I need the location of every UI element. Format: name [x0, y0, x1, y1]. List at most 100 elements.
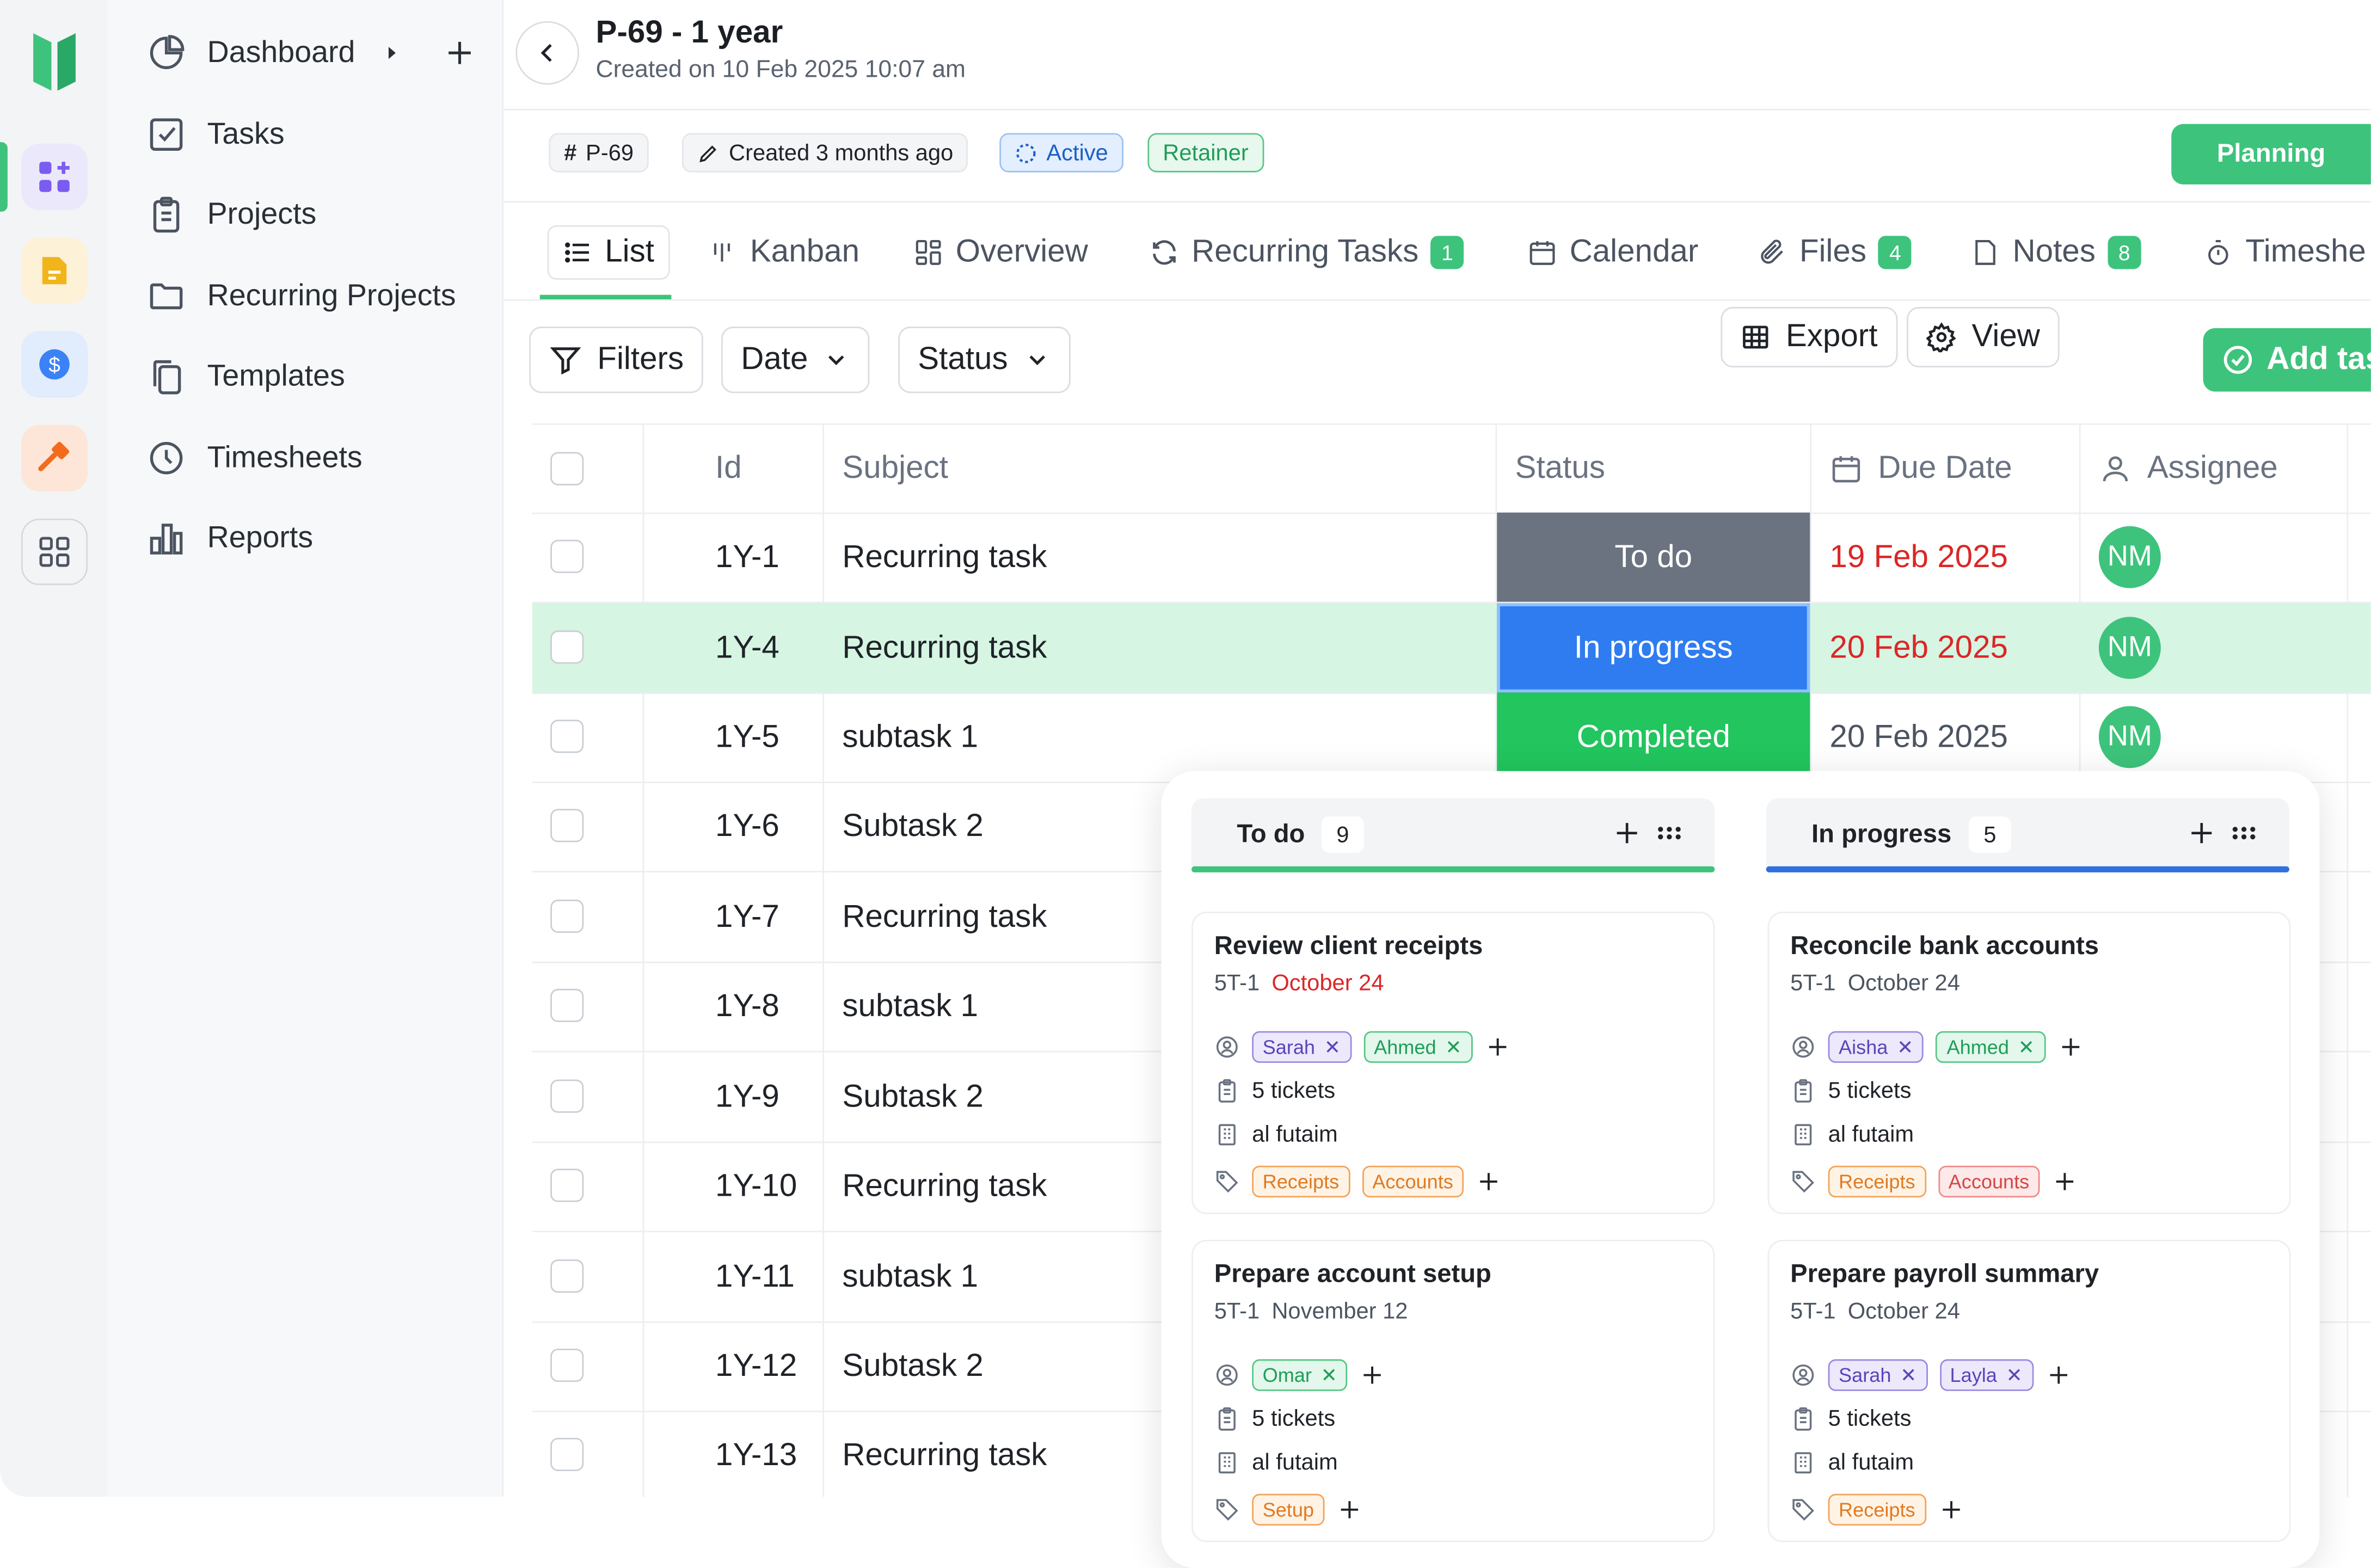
row-checkbox[interactable]: [550, 899, 584, 933]
sidebar-item-dashboard[interactable]: Dashboard: [146, 26, 476, 80]
column-header-assignee[interactable]: Assignee: [2099, 425, 2278, 513]
kanban-card[interactable]: Prepare payroll summary 5T-1 October 24 …: [1767, 1239, 2291, 1542]
tab-calendar[interactable]: Calendar: [1527, 225, 1698, 280]
status-cell[interactable]: Completed: [1497, 692, 1810, 782]
remove-icon[interactable]: ✕: [1321, 1363, 1337, 1387]
add-tag-icon[interactable]: [1337, 1497, 1362, 1522]
status-badge[interactable]: Active: [999, 133, 1123, 173]
caret-right-icon[interactable]: [379, 41, 403, 65]
rail-billing-button[interactable]: $: [21, 331, 88, 398]
rail-documents-button[interactable]: [21, 237, 88, 304]
add-person-icon[interactable]: [2046, 1362, 2071, 1388]
table-row[interactable]: 1Y-1 Recurring task To do 19 Feb 2025 NM: [532, 512, 2371, 604]
add-task-button[interactable]: Add tas: [2203, 328, 2371, 392]
add-card-icon[interactable]: [1612, 818, 1642, 848]
add-person-icon[interactable]: [1484, 1034, 1510, 1060]
avatar[interactable]: NM: [2098, 706, 2161, 768]
avatar[interactable]: NM: [2098, 526, 2161, 588]
date-dropdown[interactable]: Date: [721, 327, 870, 393]
more-options-icon[interactable]: [1654, 818, 1685, 848]
task-subject[interactable]: Recurring task: [842, 872, 1047, 962]
tab-notes[interactable]: Notes 8: [1970, 225, 2141, 280]
rail-more-apps-button[interactable]: [21, 518, 88, 586]
task-subject[interactable]: Recurring task: [842, 603, 1047, 692]
sidebar-item-recurring-projects[interactable]: Recurring Projects: [146, 269, 456, 323]
back-button[interactable]: [515, 21, 579, 85]
row-checkbox[interactable]: [550, 1437, 584, 1471]
add-dashboard-icon[interactable]: [443, 36, 476, 70]
status-dropdown[interactable]: Status: [898, 327, 1070, 393]
tab-files[interactable]: Files 4: [1757, 225, 1912, 280]
select-all-checkbox[interactable]: [550, 452, 584, 485]
status-cell[interactable]: To do: [1497, 512, 1810, 602]
task-subject[interactable]: subtask 1: [842, 962, 978, 1051]
person-tag[interactable]: Omar ✕: [1252, 1359, 1348, 1391]
avatar[interactable]: NM: [2098, 617, 2161, 679]
tab-overview[interactable]: Overview: [913, 225, 1088, 280]
sidebar-item-timesheets[interactable]: Timesheets: [146, 431, 363, 485]
sidebar-item-tasks[interactable]: Tasks: [146, 107, 285, 162]
person-tag[interactable]: Sarah ✕: [1828, 1359, 1927, 1391]
person-tag[interactable]: Sarah ✕: [1252, 1031, 1352, 1063]
task-subject[interactable]: subtask 1: [842, 1232, 978, 1321]
kanban-card[interactable]: Prepare account setup 5T-1 November 12 O…: [1191, 1239, 1715, 1542]
column-header-due-date[interactable]: Due Date: [1829, 425, 2012, 513]
row-checkbox[interactable]: [550, 630, 584, 664]
export-button[interactable]: Export: [1721, 306, 1897, 368]
due-date[interactable]: 19 Feb 2025: [1829, 513, 2008, 602]
sidebar-item-projects[interactable]: Projects: [146, 187, 316, 242]
person-tag[interactable]: Aisha ✕: [1828, 1031, 1924, 1063]
project-id-chip[interactable]: # P-69: [549, 133, 649, 173]
task-subject[interactable]: Subtask 2: [842, 782, 983, 871]
remove-icon[interactable]: ✕: [1445, 1035, 1461, 1059]
more-options-icon[interactable]: [2229, 818, 2259, 848]
table-row[interactable]: 1Y-4 Recurring task In progress 20 Feb 2…: [532, 603, 2371, 694]
created-chip[interactable]: Created 3 months ago: [681, 133, 969, 173]
due-date[interactable]: 20 Feb 2025: [1829, 603, 2008, 692]
row-checkbox[interactable]: [550, 1348, 584, 1382]
tag-badge[interactable]: Setup: [1252, 1493, 1325, 1526]
row-checkbox[interactable]: [550, 539, 584, 573]
remove-icon[interactable]: ✕: [1900, 1363, 1917, 1387]
filters-button[interactable]: Filters: [529, 327, 704, 393]
stage-planning-button[interactable]: Planning: [2171, 124, 2371, 185]
type-badge[interactable]: Retainer: [1147, 133, 1264, 173]
column-header-status[interactable]: Status: [1515, 425, 1605, 513]
remove-icon[interactable]: ✕: [2006, 1363, 2023, 1387]
tag-badge[interactable]: Accounts: [1361, 1165, 1464, 1198]
column-header-subject[interactable]: Subject: [842, 425, 948, 513]
task-subject[interactable]: subtask 1: [842, 692, 978, 782]
tab-recurring-tasks[interactable]: Recurring Tasks 1: [1149, 225, 1464, 280]
sidebar-item-reports[interactable]: Reports: [146, 511, 313, 565]
add-person-icon[interactable]: [2057, 1034, 2083, 1060]
row-checkbox[interactable]: [550, 988, 584, 1022]
row-checkbox[interactable]: [550, 720, 584, 753]
person-tag[interactable]: Ahmed ✕: [1936, 1031, 2046, 1063]
task-subject[interactable]: Recurring task: [842, 1141, 1047, 1231]
add-person-icon[interactable]: [1360, 1362, 1386, 1388]
sidebar-item-templates[interactable]: Templates: [146, 349, 345, 404]
row-checkbox[interactable]: [550, 809, 584, 843]
due-date[interactable]: 20 Feb 2025: [1829, 692, 2008, 782]
tag-badge[interactable]: Receipts: [1828, 1165, 1926, 1198]
tab-kanban[interactable]: Kanban: [711, 225, 859, 280]
table-row[interactable]: 1Y-5 subtask 1 Completed 20 Feb 2025 NM: [532, 692, 2371, 784]
status-cell[interactable]: In progress: [1497, 603, 1810, 693]
task-subject[interactable]: Recurring task: [842, 513, 1047, 602]
add-tag-icon[interactable]: [1938, 1497, 1963, 1522]
task-subject[interactable]: Recurring task: [842, 1411, 1047, 1497]
remove-icon[interactable]: ✕: [1897, 1035, 1913, 1059]
row-checkbox[interactable]: [550, 1079, 584, 1113]
tag-badge[interactable]: Receipts: [1252, 1165, 1350, 1198]
kanban-card[interactable]: Review client receipts 5T-1 October 24 S…: [1191, 912, 1715, 1214]
add-tag-icon[interactable]: [1476, 1169, 1502, 1194]
person-tag[interactable]: Ahmed ✕: [1363, 1031, 1472, 1063]
view-settings-button[interactable]: View: [1907, 306, 2060, 368]
task-subject[interactable]: Subtask 2: [842, 1321, 983, 1411]
remove-icon[interactable]: ✕: [1324, 1035, 1341, 1059]
add-card-icon[interactable]: [2186, 818, 2217, 848]
rail-apps-button[interactable]: [21, 143, 88, 211]
column-header-id[interactable]: Id: [715, 425, 742, 513]
kanban-card[interactable]: Reconcile bank accounts 5T-1 October 24 …: [1767, 912, 2291, 1214]
tab-list[interactable]: List: [547, 225, 669, 280]
